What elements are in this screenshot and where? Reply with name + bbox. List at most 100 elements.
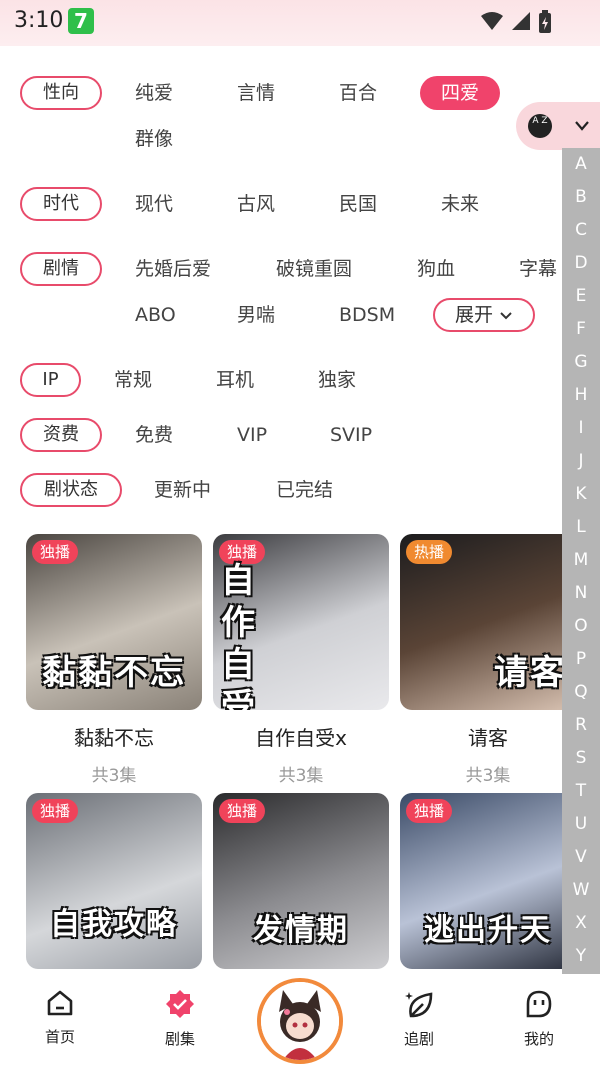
wifi-icon — [481, 12, 503, 30]
alpha-index-letter[interactable]: Q — [562, 682, 600, 702]
nav-home[interactable]: 首页 — [20, 988, 100, 1047]
filter-option[interactable]: 男喘 — [237, 298, 275, 332]
alpha-index-letter[interactable]: K — [562, 484, 600, 504]
filter-option[interactable]: 现代 — [135, 187, 173, 221]
alpha-index-letter[interactable]: J — [562, 451, 600, 471]
filter-option[interactable]: 独家 — [318, 363, 356, 397]
alpha-index-letter[interactable]: T — [562, 781, 600, 801]
chevron-down-icon — [575, 121, 589, 131]
exclusive-badge: 独播 — [32, 799, 79, 823]
alpha-index-letter[interactable]: D — [562, 253, 600, 273]
filter-row-fee: 资费 免费 VIP SVIP — [0, 418, 560, 452]
drama-cover[interactable]: 独播 逃出升天 — [400, 793, 576, 969]
filter-option[interactable]: 言情 — [237, 76, 275, 110]
alpha-index-letter[interactable]: P — [562, 649, 600, 669]
filter-row-orientation: 性向 纯爱 言情 百合 四爱 — [0, 76, 560, 110]
filter-option[interactable]: 更新中 — [154, 473, 211, 507]
nav-profile[interactable]: 我的 — [499, 988, 579, 1049]
status-bar: 3:10 7 — [0, 0, 600, 46]
drama-cover[interactable]: 独播 发情期 — [213, 793, 389, 969]
filter-category-fee[interactable]: 资费 — [20, 418, 102, 452]
alpha-index-letter[interactable]: I — [562, 418, 600, 438]
alpha-index-letter[interactable]: V — [562, 847, 600, 867]
filter-option[interactable]: 字幕 — [519, 252, 557, 286]
filter-row-plot-2: ABO 男喘 BDSM 展开 — [0, 298, 560, 332]
filter-option[interactable]: 常规 — [114, 363, 152, 397]
filter-option[interactable]: BDSM — [339, 298, 395, 332]
filter-option[interactable]: 民国 — [339, 187, 377, 221]
filter-row-status: 剧状态 更新中 已完结 — [0, 473, 560, 507]
filter-option[interactable]: SVIP — [330, 418, 372, 452]
alphabet-index-bar[interactable]: A B C D E F G H I J K L M N O P Q R S T … — [562, 148, 600, 974]
drama-cover[interactable]: 独播 自作自受 — [213, 534, 389, 710]
status-time: 3:10 — [14, 8, 64, 33]
bottom-nav: 首页 剧集 追剧 我的 — [0, 974, 600, 1066]
filter-category-orientation[interactable]: 性向 — [20, 76, 102, 110]
alpha-index-letter[interactable]: O — [562, 616, 600, 636]
drama-title[interactable]: 请客 — [400, 722, 576, 751]
filter-option[interactable]: 先婚后爱 — [135, 252, 211, 286]
expand-button[interactable]: 展开 — [433, 298, 535, 332]
filter-option[interactable]: ABO — [135, 298, 176, 332]
filter-option[interactable]: 群像 — [135, 122, 173, 156]
nav-follow[interactable]: 追剧 — [379, 988, 459, 1049]
drama-card[interactable]: 独播 黏黏不忘 黏黏不忘 共3集 — [26, 534, 202, 786]
cover-title-art: 发情期 — [253, 913, 349, 948]
profile-icon — [526, 990, 552, 1018]
alpha-index-letter[interactable]: C — [562, 220, 600, 240]
filter-option[interactable]: 狗血 — [417, 252, 455, 286]
alpha-index-letter[interactable]: M — [562, 550, 600, 570]
filter-row-era: 时代 现代 古风 民国 未来 — [0, 187, 560, 221]
filter-option[interactable]: VIP — [237, 418, 267, 452]
alpha-index-letter[interactable]: W — [562, 880, 600, 900]
alpha-index-letter[interactable]: H — [562, 385, 600, 405]
filter-option[interactable]: 已完结 — [276, 473, 333, 507]
alpha-index-letter[interactable]: N — [562, 583, 600, 603]
filter-option[interactable]: 纯爱 — [135, 76, 173, 110]
drama-cover[interactable]: 独播 自我攻略 — [26, 793, 202, 969]
filter-row-orientation-2: 群像 — [0, 122, 560, 156]
drama-card[interactable]: 独播 逃出升天 — [400, 793, 576, 969]
filter-category-era[interactable]: 时代 — [20, 187, 102, 221]
chevron-down-icon — [500, 312, 512, 320]
alpha-index-letter[interactable]: U — [562, 814, 600, 834]
exclusive-badge: 独播 — [32, 540, 79, 564]
filter-option[interactable]: 百合 — [339, 76, 377, 110]
alpha-index-letter[interactable]: A — [562, 154, 600, 174]
drama-card[interactable]: 独播 发情期 — [213, 793, 389, 969]
alpha-index-letter[interactable]: B — [562, 187, 600, 207]
drama-card[interactable]: 热播 请客 请客 共3集 — [400, 534, 576, 786]
drama-cover[interactable]: 热播 请客 — [400, 534, 576, 710]
alpha-index-letter[interactable]: R — [562, 715, 600, 735]
alpha-index-letter[interactable]: F — [562, 319, 600, 339]
nav-drama[interactable]: 剧集 — [140, 988, 220, 1049]
alpha-index-letter[interactable]: S — [562, 748, 600, 768]
expand-label: 展开 — [454, 304, 493, 326]
drama-title[interactable]: 黏黏不忘 — [26, 722, 202, 751]
drama-card[interactable]: 独播 自作自受 自作自受x 共3集 — [213, 534, 389, 786]
filter-category-status[interactable]: 剧状态 — [20, 473, 122, 507]
filter-option[interactable]: 耳机 — [216, 363, 254, 397]
filter-category-ip[interactable]: IP — [20, 363, 81, 397]
avatar[interactable] — [257, 978, 343, 1064]
alpha-index-letter[interactable]: X — [562, 913, 600, 933]
alpha-index-letter[interactable]: G — [562, 352, 600, 372]
drama-cover[interactable]: 独播 黏黏不忘 — [26, 534, 202, 710]
battery-icon — [539, 10, 551, 33]
filter-category-plot[interactable]: 剧情 — [20, 252, 102, 286]
drama-card[interactable]: 独播 自我攻略 — [26, 793, 202, 969]
filter-option[interactable]: 古风 — [237, 187, 275, 221]
az-sort-icon: A Z — [528, 114, 552, 138]
alpha-index-letter[interactable]: L — [562, 517, 600, 537]
nav-profile-label: 我的 — [523, 1030, 554, 1048]
nav-home-label: 首页 — [44, 1028, 75, 1046]
filter-option[interactable]: 破镜重圆 — [276, 252, 352, 286]
filter-option[interactable]: 免费 — [135, 418, 173, 452]
filter-option[interactable]: 未来 — [441, 187, 479, 221]
alpha-index-letter[interactable]: E — [562, 286, 600, 306]
filter-option-selected[interactable]: 四爱 — [420, 76, 500, 110]
alpha-index-letter[interactable]: Y — [562, 946, 600, 966]
drama-title[interactable]: 自作自受x — [213, 722, 389, 751]
sort-toggle[interactable]: A Z — [516, 102, 600, 150]
cover-title-art: 自作自受 — [221, 561, 257, 710]
